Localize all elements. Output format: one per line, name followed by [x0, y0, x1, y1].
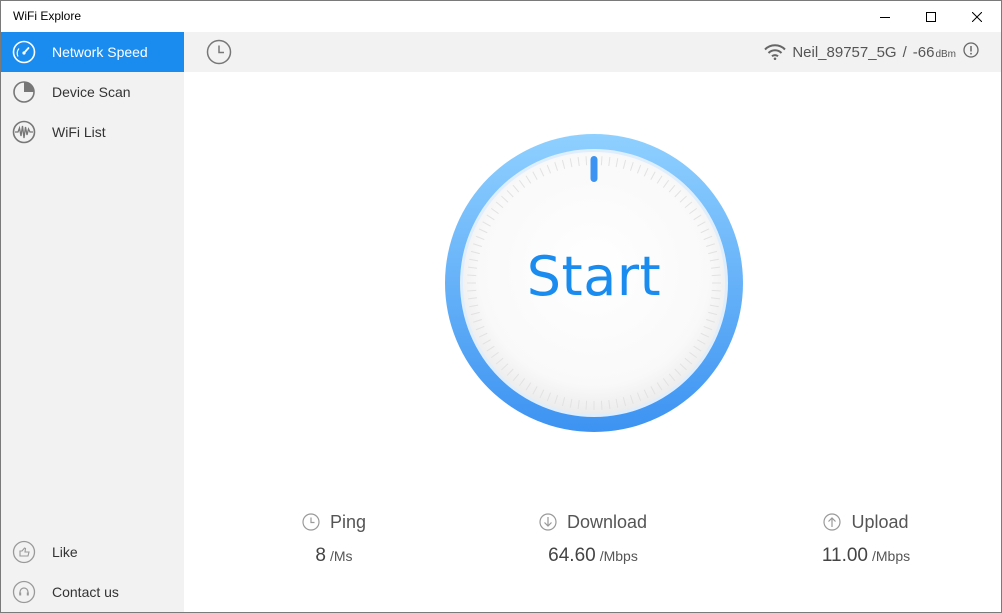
start-label: Start [526, 244, 662, 308]
stat-unit: /Ms [330, 548, 353, 564]
stat-value: 8 [315, 545, 326, 566]
stat-label: Upload [851, 511, 909, 532]
arrow-down-circle-icon [539, 513, 557, 531]
close-button[interactable] [954, 1, 1000, 32]
title-bar: WiFi Explore [1, 1, 1001, 32]
sidebar-item-label: Device Scan [52, 84, 131, 100]
info-icon [963, 42, 979, 58]
arrow-up-circle-icon [823, 513, 842, 531]
network-info: Neil_89757_5G / -66 dBm [764, 32, 979, 72]
signal-wave-icon [12, 120, 36, 144]
stat-download: Download 64.60/Mbps [493, 509, 693, 579]
stat-value: 11.00 [821, 545, 868, 566]
stat-unit: /Mbps [599, 548, 638, 564]
sidebar-footer: Like Contact us [1, 532, 184, 612]
signal-strength: -66 [912, 43, 935, 61]
sidebar-item-like[interactable]: Like [1, 532, 184, 572]
network-name: Neil_89757_5G [792, 43, 897, 61]
stat-unit: /Mbps [872, 548, 911, 564]
sidebar-item-network-speed[interactable]: Network Speed [1, 32, 184, 72]
info-button[interactable] [963, 42, 979, 62]
maximize-icon [926, 11, 936, 22]
header-bar: Neil_89757_5G / -66 dBm [184, 32, 1001, 72]
pie-scan-icon [12, 80, 36, 104]
history-button[interactable] [206, 39, 232, 65]
network-separator: / [902, 43, 907, 61]
sidebar-item-label: Network Speed [52, 44, 148, 60]
window-title: WiFi Explore [13, 9, 82, 23]
headset-icon [12, 580, 36, 604]
signal-unit: dBm [935, 48, 956, 60]
sidebar-item-label: WiFi List [52, 124, 106, 140]
clock-icon [206, 39, 232, 65]
minimize-icon [880, 16, 890, 18]
speedometer-icon [12, 40, 36, 64]
minimize-button[interactable] [862, 1, 908, 32]
sidebar-item-contact-us[interactable]: Contact us [1, 572, 184, 612]
thumbs-up-icon [12, 540, 36, 564]
sidebar-item-label: Like [52, 544, 78, 560]
sidebar-item-wifi-list[interactable]: WiFi List [1, 112, 184, 152]
stat-label: Ping [329, 511, 367, 532]
stat-value: 64.60 [548, 545, 596, 566]
close-icon [972, 11, 982, 22]
sidebar-item-device-scan[interactable]: Device Scan [1, 72, 184, 112]
maximize-button[interactable] [908, 1, 954, 32]
wifi-icon [764, 44, 787, 60]
stat-upload: Upload 11.00/Mbps [766, 509, 966, 579]
start-test-button[interactable]: Start [445, 134, 743, 432]
clock-icon [302, 513, 320, 531]
sidebar: Network Speed Device Scan WiFi List Like… [1, 32, 184, 612]
app-window: WiFi Explore Network Speed Device Scan W… [0, 0, 1002, 613]
stat-ping: Ping 8/Ms [234, 509, 434, 579]
stat-label: Download [566, 511, 648, 532]
sidebar-item-label: Contact us [52, 584, 119, 600]
